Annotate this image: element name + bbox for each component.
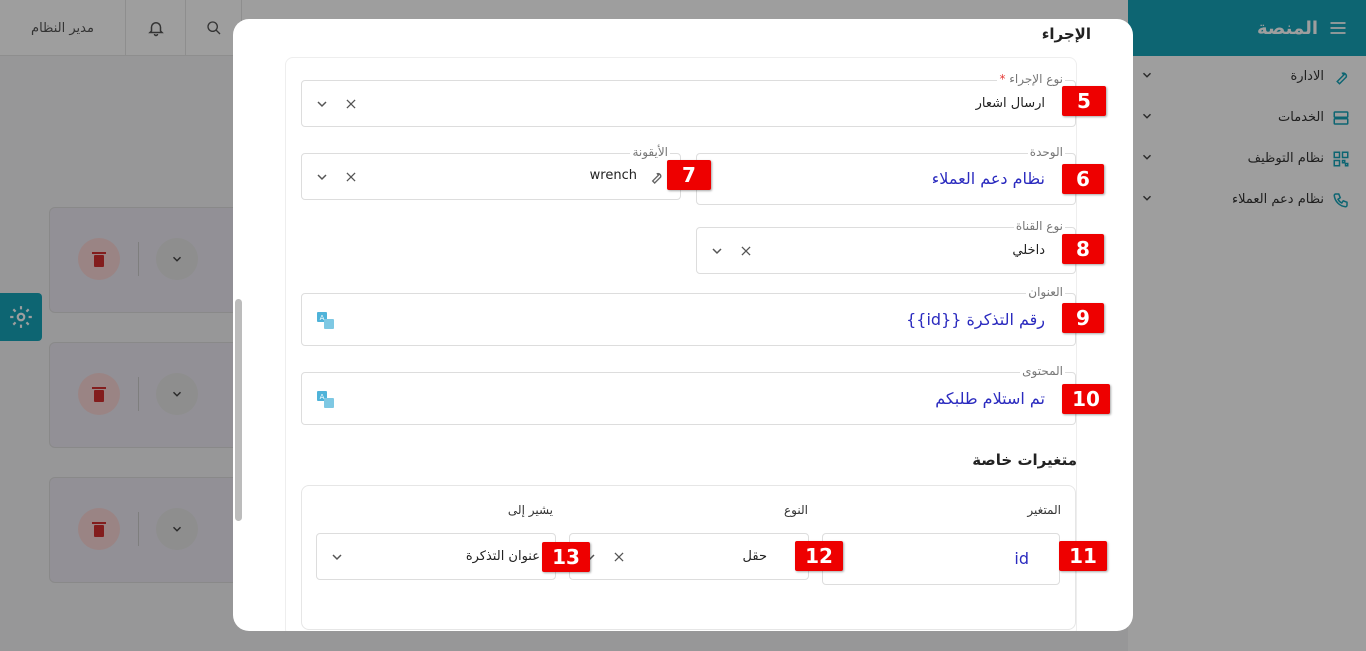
channel-type-label: نوع القناة [1013,218,1065,234]
modal-title: الإجراء [1041,25,1091,43]
svg-text:A: A [320,314,325,322]
unit-value: نظام دعم العملاء [931,169,1045,188]
refers-to-value: عنوان التذكرة [465,549,540,564]
icon-value: wrench [589,168,637,183]
custom-vars-title: متغيرات خاصة [972,451,1077,469]
close-icon[interactable] [612,550,626,564]
channel-type-value: داخلي [1012,243,1045,258]
content-input[interactable]: المحتوى تم استلام طلبكم A [301,363,1076,425]
content-value: تم استلام طلبكم [935,389,1045,408]
title-input[interactable]: العنوان رقم التذكرة {{id}} A [301,284,1076,346]
variable-input[interactable]: id [822,533,1060,585]
close-icon[interactable] [344,97,358,111]
modal-scrollbar[interactable] [235,299,242,521]
action-type-select[interactable]: نوع الإجراء * ارسال اشعار [301,71,1076,127]
unit-label: الوحدة [1027,144,1065,160]
action-type-label: نوع الإجراء * [997,71,1065,87]
marker-8: 8 [1062,234,1104,264]
title-label: العنوان [1026,284,1065,300]
variable-type-value: حقل [742,549,767,564]
close-icon[interactable] [739,244,753,258]
close-icon[interactable] [344,170,358,184]
marker-5: 5 [1062,86,1106,116]
col-type: النوع [784,503,808,517]
wrench-icon [651,172,662,184]
chevron-down-icon[interactable] [709,243,725,259]
marker-13: 13 [542,542,590,572]
translate-icon[interactable]: A [316,390,336,410]
title-value: رقم التذكرة {{id}} [906,310,1045,329]
chevron-down-icon[interactable] [329,549,345,565]
variable-value: id [1014,549,1029,568]
action-type-value: ارسال اشعار [975,96,1045,111]
marker-9: 9 [1062,303,1104,333]
marker-11: 11 [1059,541,1107,571]
action-modal: الإجراء نوع الإجراء * ارسال اشعار 5 الوح… [233,19,1133,631]
icon-select[interactable]: الأيقونة wrench [301,144,681,200]
marker-7: 7 [667,160,711,190]
variable-type-select[interactable]: حقل [569,533,809,580]
col-variable: المتغير [1027,503,1061,517]
svg-text:A: A [320,393,325,401]
marker-6: 6 [1062,164,1104,194]
icon-label: الأيقونة [630,144,670,160]
refers-to-select[interactable]: عنوان التذكرة [316,533,556,580]
unit-field[interactable]: الوحدة نظام دعم العملاء [696,144,1076,205]
marker-10: 10 [1062,384,1110,414]
channel-type-select[interactable]: نوع القناة داخلي [696,218,1076,274]
chevron-down-icon[interactable] [314,169,330,185]
col-refers: يشير إلى [507,503,553,517]
content-label: المحتوى [1020,363,1065,379]
chevron-down-icon[interactable] [314,96,330,112]
marker-12: 12 [795,541,843,571]
translate-icon[interactable]: A [316,311,336,331]
